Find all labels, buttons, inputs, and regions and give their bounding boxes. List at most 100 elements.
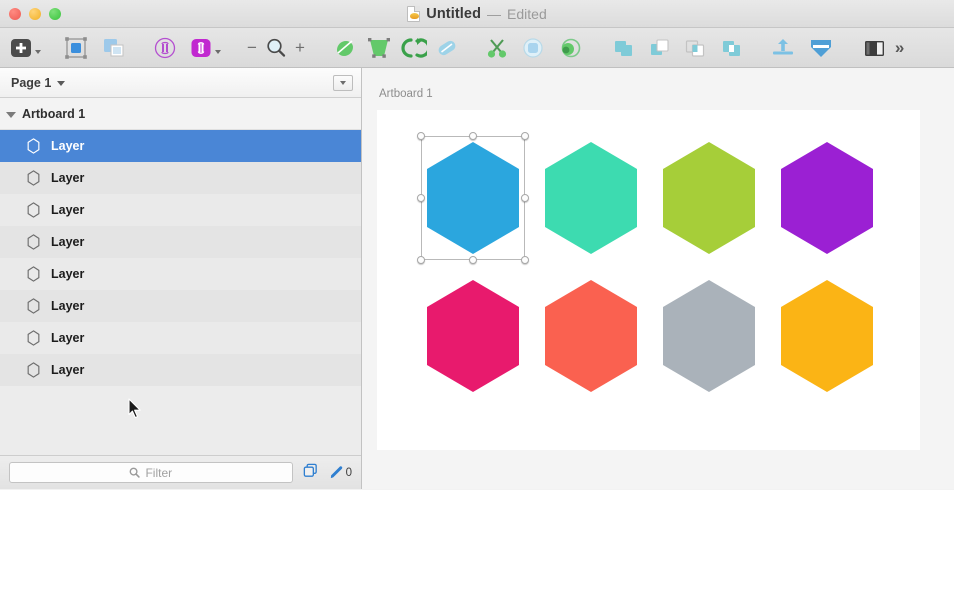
layer-row[interactable]: Layer xyxy=(0,194,361,226)
hexagon-shape xyxy=(779,140,875,256)
plus-icon: + xyxy=(295,39,305,56)
hexagon-magenta[interactable] xyxy=(425,278,521,394)
filter-input[interactable]: Filter xyxy=(9,462,293,483)
insert-button[interactable] xyxy=(9,31,41,65)
layers-sidebar: Page 1 Artboard 1 LayerLayerLayerLayerLa… xyxy=(0,68,362,489)
mask-button[interactable] xyxy=(807,31,835,65)
handle-top-left[interactable] xyxy=(417,132,425,140)
offset-path-button[interactable] xyxy=(555,31,583,65)
pencil-shape-icon xyxy=(331,36,359,60)
handle-bottom-right[interactable] xyxy=(521,256,529,264)
document-name: Untitled xyxy=(426,6,481,22)
chevron-down-icon xyxy=(215,50,221,54)
rotate-copies-button[interactable] xyxy=(399,31,427,65)
boolean-subtract-icon xyxy=(645,36,673,60)
subtract-button[interactable] xyxy=(645,31,673,65)
union-button[interactable] xyxy=(609,31,637,65)
hexagon-icon xyxy=(26,266,41,282)
page-menu-button[interactable] xyxy=(333,75,353,91)
transform-button[interactable] xyxy=(365,31,393,65)
layer-row[interactable]: Layer xyxy=(0,322,361,354)
overflow-button[interactable]: » xyxy=(895,31,904,65)
title-bar: Untitled — Edited xyxy=(0,0,954,28)
duplicate-layer-button[interactable] xyxy=(302,462,319,484)
hexagon-amber[interactable] xyxy=(779,278,875,394)
detach-symbol-icon xyxy=(101,36,127,60)
hexagon-icon xyxy=(26,330,41,346)
hexagon-purple[interactable] xyxy=(779,140,875,256)
hexagon-gray[interactable] xyxy=(661,278,757,394)
align-icon xyxy=(769,36,797,60)
document-icon xyxy=(407,6,420,22)
difference-button[interactable] xyxy=(717,31,745,65)
hexagon-icon xyxy=(26,362,41,378)
layer-row[interactable]: Layer xyxy=(0,354,361,386)
artboard-title-label[interactable]: Artboard 1 xyxy=(379,88,433,100)
plus-square-icon xyxy=(9,36,33,60)
flatten-icon xyxy=(433,36,461,60)
symbol-instance-button[interactable] xyxy=(189,31,221,65)
layer-row-label: Layer xyxy=(51,267,84,281)
window-title: Untitled — Edited xyxy=(0,0,954,28)
handle-bottom-left[interactable] xyxy=(417,256,425,264)
duplicate-icon xyxy=(302,462,319,479)
pen-count-label: 0 xyxy=(346,467,352,479)
zoom-in-button[interactable]: + xyxy=(295,31,305,65)
pen-tool-indicator[interactable]: 0 xyxy=(328,464,352,481)
boolean-union-icon xyxy=(609,36,637,60)
zoom-out-button[interactable]: − xyxy=(247,31,257,65)
pen-icon xyxy=(328,464,345,481)
symbol-magenta-icon xyxy=(189,36,213,60)
chevron-down-icon[interactable] xyxy=(57,81,65,86)
handle-middle-right[interactable] xyxy=(521,194,529,202)
main-body: Page 1 Artboard 1 LayerLayerLayerLayerLa… xyxy=(0,68,954,489)
layer-row[interactable]: Layer xyxy=(0,226,361,258)
hexagon-coral[interactable] xyxy=(543,278,639,394)
layer-row-label: Layer xyxy=(51,139,84,153)
artboard[interactable] xyxy=(377,110,920,450)
transform-icon xyxy=(365,36,393,60)
create-symbol-button[interactable] xyxy=(63,31,89,65)
hexagon-shape xyxy=(661,278,757,394)
layer-row[interactable]: Layer xyxy=(0,290,361,322)
handle-middle-left[interactable] xyxy=(417,194,425,202)
magnifier-icon xyxy=(264,36,288,60)
layer-row[interactable]: Layer xyxy=(0,162,361,194)
panels-icon xyxy=(861,36,889,60)
layer-row[interactable]: Layer xyxy=(0,258,361,290)
edit-button[interactable] xyxy=(331,31,359,65)
zoom-tool-button[interactable] xyxy=(264,31,288,65)
scissors-button[interactable] xyxy=(483,31,511,65)
flatten-button[interactable] xyxy=(433,31,461,65)
hexagon-shape xyxy=(425,278,521,394)
symbol-circle-icon xyxy=(153,36,177,60)
insert-symbol-button[interactable] xyxy=(153,31,177,65)
page-selector-label[interactable]: Page 1 xyxy=(11,76,51,90)
handle-bottom-center[interactable] xyxy=(469,256,477,264)
boolean-intersect-icon xyxy=(681,36,709,60)
selection-bounding-box xyxy=(421,136,525,260)
artboard-group-label: Artboard 1 xyxy=(22,107,85,121)
canvas-area[interactable]: Artboard 1 xyxy=(362,68,954,489)
hexagon-icon xyxy=(26,202,41,218)
align-button[interactable] xyxy=(769,31,797,65)
hexagon-teal[interactable] xyxy=(543,140,639,256)
chevron-down-icon xyxy=(35,50,41,54)
document-edit-state: Edited xyxy=(507,6,547,22)
layer-tree[interactable]: Artboard 1 LayerLayerLayerLayerLayerLaye… xyxy=(0,98,361,455)
handle-top-right[interactable] xyxy=(521,132,529,140)
disclosure-triangle-icon[interactable] xyxy=(6,112,16,118)
symbol-icon xyxy=(63,36,89,60)
layer-row-label: Layer xyxy=(51,299,84,313)
intersect-button[interactable] xyxy=(681,31,709,65)
view-options-button[interactable] xyxy=(861,31,889,65)
detach-symbol-button[interactable] xyxy=(101,31,127,65)
round-corners-button[interactable] xyxy=(519,31,547,65)
hexagon-lime[interactable] xyxy=(661,140,757,256)
layer-list: LayerLayerLayerLayerLayerLayerLayerLayer xyxy=(0,130,361,386)
layer-row-label: Layer xyxy=(51,203,84,217)
artboard-group-row[interactable]: Artboard 1 xyxy=(0,98,361,130)
handle-top-center[interactable] xyxy=(469,132,477,140)
sidebar-footer: Filter 0 xyxy=(0,455,361,489)
layer-row[interactable]: Layer xyxy=(0,130,361,162)
